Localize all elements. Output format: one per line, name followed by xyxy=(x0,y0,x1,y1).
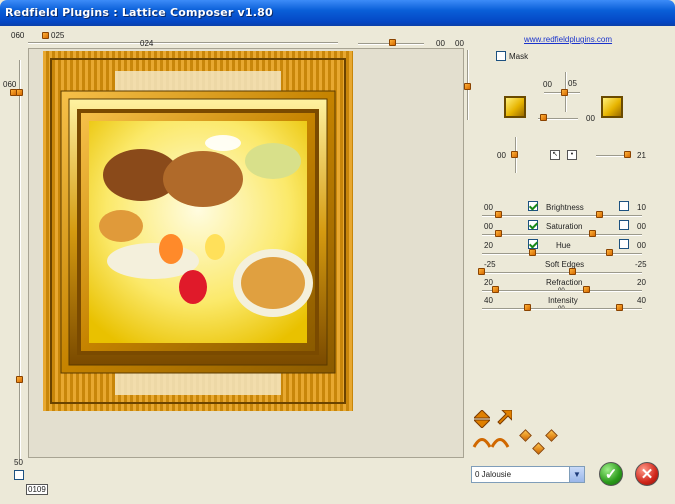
top-right-value-b: 00 xyxy=(455,39,464,48)
hue-right-value: 00 xyxy=(637,241,646,250)
lattice-preview-image xyxy=(43,51,353,411)
brightness-right-thumb[interactable] xyxy=(596,211,603,218)
soft-edges-left-value: -25 xyxy=(484,260,496,269)
brightness-left-thumb[interactable] xyxy=(495,211,502,218)
ok-button[interactable]: ✓ xyxy=(599,462,623,486)
preset-select[interactable]: 0 Jalousie ▼ xyxy=(471,466,585,483)
refraction-label: Refraction xyxy=(546,278,583,287)
hue-label: Hue xyxy=(556,241,571,250)
rotate-horizontal-thumb[interactable] xyxy=(624,151,631,158)
brightness-right-checkbox[interactable] xyxy=(619,201,629,211)
offset-top-value: 05 xyxy=(568,79,577,88)
intensity-right-thumb[interactable] xyxy=(616,304,623,311)
move-down-icon[interactable] xyxy=(532,442,545,455)
refraction-track[interactable] xyxy=(482,290,642,292)
saturation-label: Saturation xyxy=(546,222,583,231)
chevron-down-icon[interactable]: ▼ xyxy=(569,467,584,482)
saturation-right-value: 00 xyxy=(637,222,646,231)
saturation-left-thumb[interactable] xyxy=(495,230,502,237)
rotate-cw-icon[interactable]: • xyxy=(567,150,577,160)
hue-left-checkbox[interactable] xyxy=(528,239,538,249)
title-bar: Redfield Plugins : Lattice Composer v1.8… xyxy=(0,0,675,26)
left-slider-upper-thumb-b[interactable] xyxy=(16,89,23,96)
top-right-value-a: 00 xyxy=(436,39,445,48)
left-slider-track[interactable] xyxy=(19,60,21,460)
soft-edges-right-value: -25 xyxy=(635,260,647,269)
top-slider-mid-value: 024 xyxy=(140,39,154,48)
mask-checkbox[interactable] xyxy=(496,51,506,61)
soft-edges-left-thumb[interactable] xyxy=(478,268,485,275)
diagonal-arrow-icon[interactable] xyxy=(496,409,513,426)
rotate-right-value: 21 xyxy=(637,151,646,160)
top-slider-track[interactable] xyxy=(28,42,338,44)
brightness-left-checkbox[interactable] xyxy=(528,201,538,211)
saturation-right-thumb[interactable] xyxy=(589,230,596,237)
intensity-left-thumb[interactable] xyxy=(524,304,531,311)
offset-right-value: 00 xyxy=(586,114,595,123)
saturation-right-checkbox[interactable] xyxy=(619,220,629,230)
top-slider-left-value: 060 xyxy=(11,31,25,40)
rotate-left-value: 00 xyxy=(497,151,506,160)
status-value-box: 0109 xyxy=(26,484,48,495)
offset-bottom-thumb[interactable] xyxy=(540,114,547,121)
offset-left-value: 00 xyxy=(543,80,552,89)
intensity-right-value: 40 xyxy=(637,296,646,305)
cancel-button[interactable]: ✕ xyxy=(635,462,659,486)
soft-edges-right-thumb[interactable] xyxy=(569,268,576,275)
intensity-label: Intensity xyxy=(548,296,578,305)
rotate-vertical-thumb[interactable] xyxy=(511,151,518,158)
left-slider-lower-thumb[interactable] xyxy=(16,376,23,383)
rotate-ccw-icon[interactable]: ↖ xyxy=(550,150,560,160)
color-swatch-right[interactable] xyxy=(601,96,623,118)
mask-label: Mask xyxy=(509,52,529,61)
top-right-slider-thumb[interactable] xyxy=(389,39,396,46)
window-title: Redfield Plugins : Lattice Composer v1.8… xyxy=(5,6,273,19)
left-slider-checkbox[interactable] xyxy=(14,470,24,480)
arc-arrows-icon[interactable] xyxy=(472,434,510,448)
color-swatch-left[interactable] xyxy=(504,96,526,118)
brightness-left-value: 00 xyxy=(484,203,493,212)
soft-edges-label: Soft Edges xyxy=(545,260,585,269)
brightness-label: Brightness xyxy=(546,203,584,212)
saturation-track[interactable] xyxy=(482,234,642,236)
plugin-window: Redfield Plugins : Lattice Composer v1.8… xyxy=(0,0,675,504)
refraction-left-thumb[interactable] xyxy=(492,286,499,293)
hue-left-value: 20 xyxy=(484,241,493,250)
flip-vertical-icon[interactable] xyxy=(472,409,492,429)
saturation-left-checkbox[interactable] xyxy=(528,220,538,230)
offset-thumb[interactable] xyxy=(561,89,568,96)
refraction-right-value: 20 xyxy=(637,278,646,287)
move-right-icon[interactable] xyxy=(545,429,558,442)
top-slider-thumb-value: 025 xyxy=(51,31,65,40)
brightness-track[interactable] xyxy=(482,215,642,217)
soft-edges-track[interactable] xyxy=(482,272,642,274)
hue-left-thumb[interactable] xyxy=(529,249,536,256)
left-slider-top-value: 060 xyxy=(3,80,17,89)
saturation-left-value: 00 xyxy=(484,222,493,231)
right-slider-thumb[interactable] xyxy=(464,83,471,90)
intensity-left-value: 40 xyxy=(484,296,493,305)
preview-canvas[interactable] xyxy=(28,48,464,458)
preset-selected-value: 0 Jalousie xyxy=(475,470,512,479)
redfield-link[interactable]: www.redfieldplugins.com xyxy=(524,35,612,44)
hue-right-checkbox[interactable] xyxy=(619,239,629,249)
left-slider-bottom-value: 50 xyxy=(14,458,23,467)
hue-track[interactable] xyxy=(482,253,642,255)
brightness-right-value: 10 xyxy=(637,203,646,212)
top-slider-thumb[interactable] xyxy=(42,32,49,39)
move-left-icon[interactable] xyxy=(519,429,532,442)
hue-right-thumb[interactable] xyxy=(606,249,613,256)
refraction-right-thumb[interactable] xyxy=(583,286,590,293)
